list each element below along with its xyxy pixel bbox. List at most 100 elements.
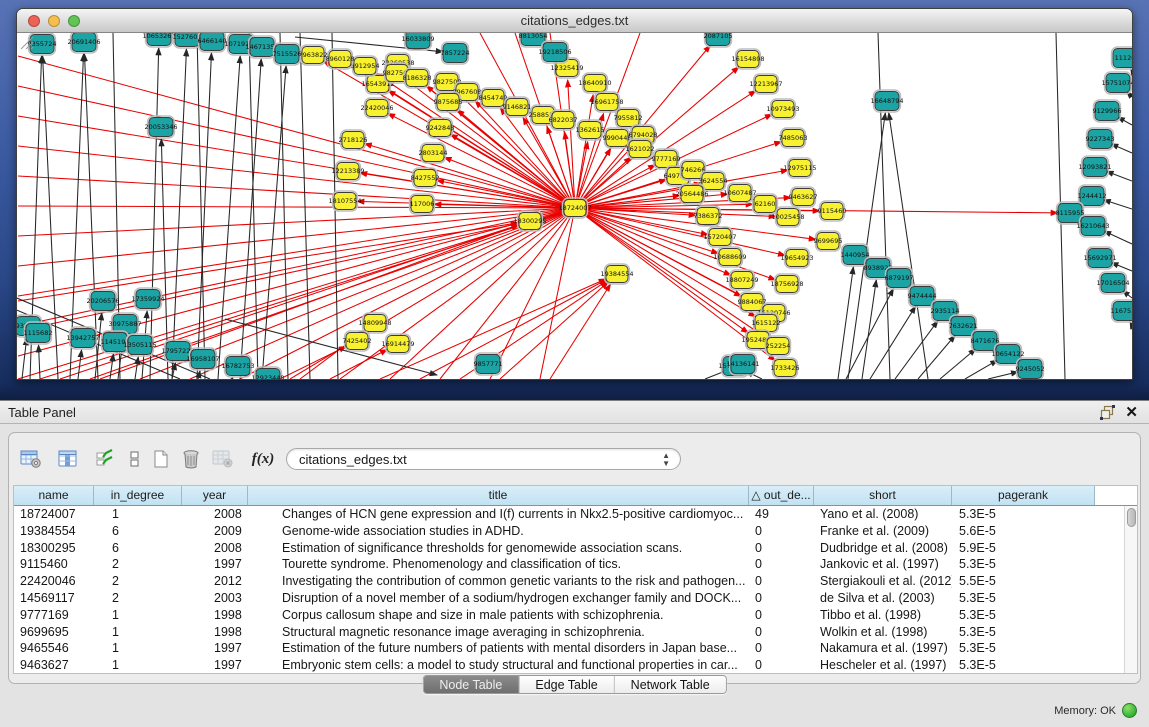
scrollbar-thumb[interactable] [1127, 508, 1136, 527]
graph-node[interactable]: 2803144 [419, 143, 448, 163]
graph-edge[interactable] [1104, 231, 1132, 244]
column-header-short[interactable]: short [814, 486, 952, 505]
network-window[interactable]: citations_edges.txt 18724007 18300295 1170… [16, 8, 1133, 380]
column-header-pagerank[interactable]: pagerank [952, 486, 1095, 505]
graph-node[interactable]: 16782753 [221, 355, 254, 377]
graph-node[interactable]: 19218506 [538, 41, 571, 63]
graph-node[interactable]: 8427552 [411, 168, 440, 188]
column-header-year[interactable]: year [182, 486, 248, 505]
graph-node[interactable]: 10688609 [713, 247, 746, 267]
graph-edge[interactable] [918, 335, 955, 379]
graph-node[interactable]: 9129966 [1093, 100, 1122, 122]
graph-node[interactable]: 17016504 [1096, 272, 1129, 294]
graph-edge[interactable] [150, 48, 159, 379]
graph-node[interactable]: 18756928 [770, 274, 803, 294]
graph-node[interactable]: 6822037 [549, 110, 578, 130]
graph-node[interactable]: 7857224 [441, 42, 470, 64]
graph-edge[interactable] [420, 280, 606, 379]
graph-edge[interactable] [965, 360, 998, 379]
graph-node[interactable]: 18300295 [513, 211, 546, 231]
graph-node[interactable]: 15692971 [1083, 247, 1116, 269]
graph-node[interactable]: 10025458 [771, 207, 804, 227]
graph-node[interactable]: 9875685 [434, 92, 463, 112]
graph-node[interactable]: 14809948 [358, 313, 391, 333]
close-panel-icon[interactable]: ✕ [1125, 403, 1138, 422]
graph-node[interactable]: 16210643 [1076, 215, 1109, 237]
graph-node[interactable]: 18724007 [558, 198, 591, 218]
graph-node[interactable]: 8960128 [326, 49, 355, 69]
graph-node[interactable]: 20206576 [86, 290, 119, 312]
graph-node[interactable]: 1115682 [24, 322, 53, 344]
graph-node[interactable]: 6466140 [198, 33, 227, 52]
graph-node[interactable]: 22420046 [360, 98, 393, 118]
table-row[interactable]: 2242004622012Investigating the contribut… [14, 573, 1137, 590]
table-row[interactable]: 1456911722003Disruption of a novel membe… [14, 590, 1137, 607]
graph-node[interactable]: 11120 [1112, 47, 1133, 69]
graph-node[interactable]: 9242848 [426, 118, 455, 138]
resize-grip-icon[interactable] [17, 33, 35, 51]
graph-node[interactable]: 12213967 [749, 74, 782, 94]
graph-node[interactable]: 20691406 [67, 33, 100, 53]
graph-node[interactable]: 117006 [410, 194, 435, 214]
graph-node[interactable]: 1167533 [1111, 300, 1132, 322]
graph-edge[interactable] [78, 350, 82, 379]
graph-edge[interactable] [500, 282, 608, 379]
graph-node[interactable]: 19654923 [780, 248, 813, 268]
table-row[interactable]: 946362711997Embryonic stem cells: a mode… [14, 657, 1137, 674]
graph-node[interactable]: 16958107 [186, 348, 219, 370]
graph-node[interactable]: 2718126 [339, 130, 368, 150]
graph-node[interactable]: 20564486 [675, 184, 708, 204]
graph-node[interactable]: 1733426 [771, 358, 800, 378]
table-row[interactable]: 911546021997Tourette syndrome. Phenomeno… [14, 556, 1137, 573]
graph-node[interactable]: 7386372 [694, 206, 723, 226]
graph-edge[interactable] [190, 208, 575, 379]
graph-node[interactable]: 12975115 [783, 158, 816, 178]
graph-node[interactable]: 6879197 [885, 267, 914, 289]
graph-node[interactable]: 18807249 [725, 270, 758, 290]
graph-node[interactable]: 10973493 [766, 99, 799, 119]
delete-rows-icon[interactable] [179, 446, 203, 472]
graph-node[interactable]: 14136141 [726, 353, 759, 375]
graph-node[interactable]: 1621022 [626, 139, 655, 159]
graph-node[interactable]: 18107554 [328, 191, 361, 211]
graph-node[interactable]: 19384554 [600, 264, 633, 284]
graph-edge[interactable] [440, 208, 575, 379]
graph-edge[interactable] [1111, 263, 1132, 271]
graph-node[interactable]: 9227343 [1086, 128, 1115, 150]
graph-edge[interactable] [218, 56, 240, 379]
float-panel-icon[interactable] [1100, 405, 1115, 420]
table-row[interactable]: 1830029562008Estimation of significance … [14, 540, 1137, 557]
graph-node[interactable]: 20053346 [144, 116, 177, 138]
vertical-scrollbar[interactable] [1124, 506, 1137, 673]
function-builder-icon[interactable]: f(x) [249, 451, 277, 468]
row-height-icon[interactable] [123, 446, 147, 472]
graph-node[interactable]: 2087105 [704, 33, 733, 47]
graph-node[interactable]: 13505115 [123, 334, 156, 356]
graph-node[interactable]: 62160 [753, 194, 778, 214]
column-header-in_degree[interactable]: in_degree [94, 486, 182, 505]
graph-edge[interactable] [300, 33, 310, 379]
graph-node[interactable]: 9857771 [474, 353, 503, 375]
graph-node[interactable]: 9245052 [1016, 358, 1045, 379]
graph-node[interactable]: 9115460 [818, 201, 847, 221]
table-row[interactable]: 969969511998Structural magnetic resonanc… [14, 624, 1137, 641]
table-options-icon[interactable] [19, 446, 43, 472]
graph-edge[interactable] [18, 56, 575, 208]
graph-edge[interactable] [1103, 200, 1132, 209]
graph-edge[interactable] [340, 208, 575, 379]
graph-node[interactable]: 7485063 [779, 128, 808, 148]
graph-node[interactable]: 7425402 [343, 331, 372, 351]
graph-edge[interactable] [870, 306, 916, 379]
graph-node[interactable]: 9463627 [789, 187, 818, 207]
graph-edge[interactable] [838, 267, 853, 379]
table-row[interactable]: 1872400712008Changes of HCN gene express… [14, 506, 1137, 523]
network-window-titlebar[interactable]: citations_edges.txt [17, 9, 1132, 33]
graph-edge[interactable] [60, 225, 519, 379]
tab-network-table[interactable]: Network Table [615, 676, 726, 693]
graph-edge[interactable] [280, 33, 288, 379]
graph-node[interactable]: 13942757 [66, 327, 99, 349]
graph-node[interactable]: 12923448 [251, 367, 284, 379]
graph-node[interactable]: 16648794 [870, 90, 903, 112]
graph-node[interactable]: 16914479 [381, 334, 414, 354]
graph-node[interactable]: 10653267 [142, 33, 175, 47]
